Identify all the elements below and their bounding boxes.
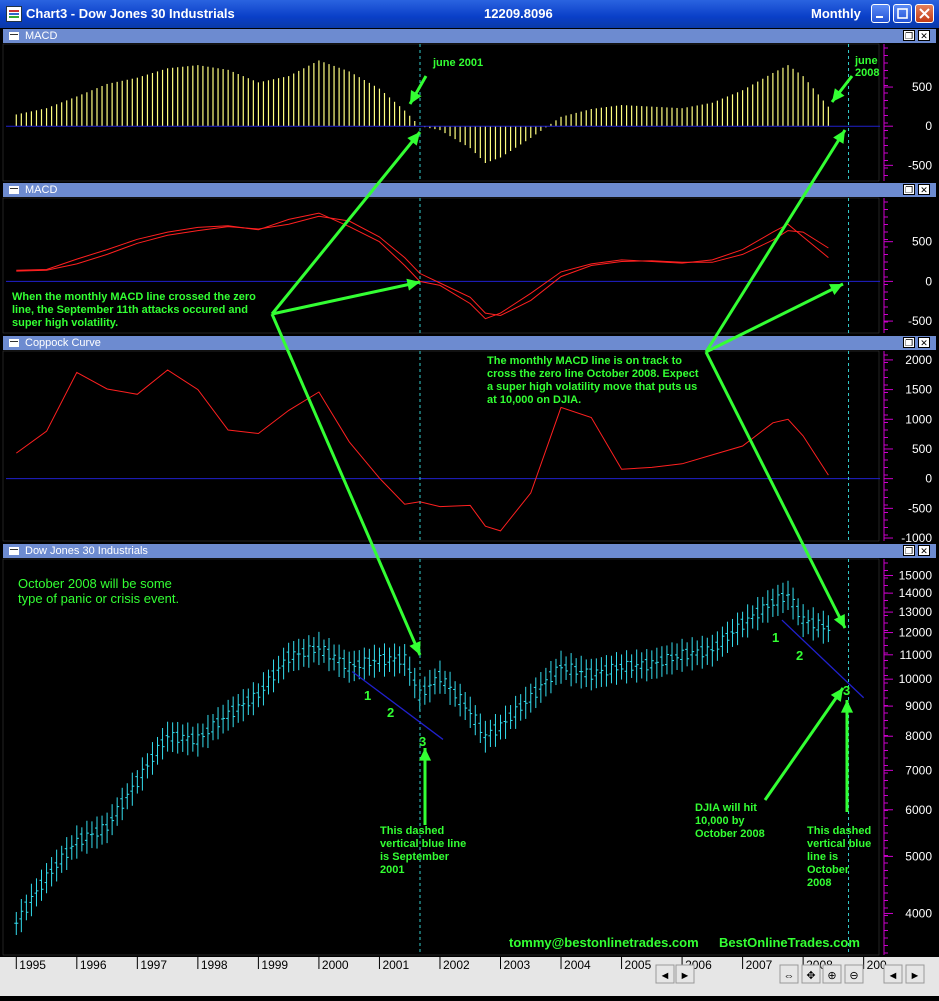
- wave-label-2001-2: 2: [387, 705, 394, 720]
- y-tick-label: 4000: [905, 906, 932, 920]
- x-tick-label: 2005: [625, 958, 652, 972]
- annotation-dashed-sept-1: This dashed: [380, 825, 444, 837]
- scroll-button[interactable]: ►: [905, 964, 925, 984]
- wave-label-2008-2: 2: [796, 648, 803, 663]
- plot-area: [2, 350, 880, 542]
- y-tick-label: -500: [908, 158, 932, 172]
- annotation-track-line2: cross the zero line October 2008. Expect: [487, 368, 699, 380]
- y-tick-label: 13000: [899, 605, 933, 619]
- scroll-button[interactable]: ◄: [883, 964, 903, 984]
- annotation-dashed-sept-2: vertical blue line: [380, 838, 466, 850]
- chart-surface: 5000-5005000-5002000150010005000-500-100…: [2, 43, 933, 956]
- annotation-dashed-oct-4: October: [807, 864, 850, 876]
- scroll-button[interactable]: ⇔: [779, 964, 799, 984]
- annotation-dashed-oct-3: line is: [807, 851, 838, 863]
- y-tick-label: 500: [912, 235, 932, 249]
- x-tick-label: 2000: [322, 958, 349, 972]
- annotation-dashed-sept-3: is September: [380, 851, 450, 863]
- wave-label-2008-1: 1: [772, 630, 779, 645]
- y-tick-label: 0: [925, 119, 932, 133]
- annotation-dashed-oct-5: 2008: [807, 877, 831, 889]
- annotation-macd-zero-line2: line, the September 11th attacks occured…: [12, 304, 248, 316]
- wave-label-2001-1: 1: [364, 688, 371, 703]
- annotation-panic-line1: October 2008 will be some: [18, 576, 172, 591]
- x-tick-label: 1995: [19, 958, 46, 972]
- time-axis-svg: 1995 1996 1997 1998 1999 2000 2001 2002 2003 2004…: [15, 957, 925, 984]
- annotation-dashed-oct-1: This dashed: [807, 825, 871, 837]
- x-tick-label: 2004: [564, 958, 591, 972]
- scroll-button[interactable]: ⊖: [844, 964, 864, 984]
- y-tick-label: 8000: [905, 729, 932, 743]
- y-tick-label: 5000: [905, 849, 932, 863]
- x-tick-label: 1999: [261, 958, 288, 972]
- y-tick-label: 500: [912, 80, 932, 94]
- annotation-macd-zero-line1: When the monthly MACD line crossed the z…: [12, 291, 256, 303]
- scroll-icon: ⊖: [849, 970, 858, 982]
- y-tick-label: 6000: [905, 803, 932, 817]
- y-tick-label: 0: [925, 472, 932, 486]
- y-tick-label: 12000: [899, 626, 933, 640]
- scroll-icon: ⇔: [784, 970, 795, 982]
- scroll-button[interactable]: ⊕: [822, 964, 842, 984]
- y-tick-label: 9000: [905, 699, 932, 713]
- annotation-dashed-sept-4: 2001: [380, 864, 404, 876]
- y-tick-label: 0: [925, 274, 932, 288]
- y-tick-label: 1500: [905, 383, 932, 397]
- y-tick-label: 7000: [905, 763, 932, 777]
- email-credit: tommy@bestonlinetrades.com: [509, 935, 699, 950]
- footer-credits: tommy@bestonlinetrades.com BestOnlineTra…: [509, 935, 860, 950]
- y-tick-label: 10000: [899, 672, 933, 686]
- x-tick-label: 2002: [443, 958, 470, 972]
- y-tick-label: -1000: [901, 531, 932, 545]
- annotation-dashed-oct-2: vertical blue: [807, 838, 871, 850]
- scroll-button[interactable]: ►: [675, 964, 695, 984]
- annotation-june-2008-a: june: [854, 55, 878, 67]
- scroll-icon: ►: [910, 970, 921, 982]
- annotation-macd-zero-line3: super high volatility.: [12, 317, 118, 329]
- scroll-button[interactable]: ✥: [801, 964, 821, 984]
- annotation-djia-1: DJIA will hit: [695, 802, 757, 814]
- y-tick-label: 15000: [899, 569, 933, 583]
- y-tick-label: 11000: [900, 648, 933, 662]
- x-tick-label: 2007: [746, 958, 773, 972]
- x-tick-label: 1998: [201, 958, 228, 972]
- x-tick-label: 2001: [382, 958, 409, 972]
- annotation-panic: October 2008 will be some type of panic …: [18, 576, 179, 606]
- y-tick-label: -500: [908, 314, 932, 328]
- scroll-button[interactable]: ◄: [655, 964, 675, 984]
- x-tick-label: 1997: [140, 958, 167, 972]
- annotation-panic-line2: type of panic or crisis event.: [18, 591, 179, 606]
- annotation-djia-2: 10,000 by: [695, 815, 745, 827]
- wave-label-2001-3: 3: [419, 734, 426, 749]
- scroll-icon: ✥: [806, 970, 815, 982]
- annotation-june-2001: june 2001: [432, 57, 483, 69]
- annotation-djia-3: October 2008: [695, 828, 765, 840]
- annotation-june-2008-b: 2008: [855, 67, 879, 79]
- time-axis: 1995 1996 1997 1998 1999 2000 2001 2002 2003 2004…: [0, 957, 939, 996]
- y-tick-label: 2000: [905, 353, 932, 367]
- y-tick-label: 14000: [899, 586, 933, 600]
- wave-label-2008-3: 3: [843, 683, 850, 698]
- scroll-icon: ◄: [888, 970, 899, 982]
- scroll-icon: ⊕: [827, 970, 836, 982]
- annotation-track-line4: at 10,000 on DJIA.: [487, 394, 581, 406]
- site-credit: BestOnlineTrades.com: [719, 935, 860, 950]
- annotation-track-line1: The monthly MACD line is on track to: [487, 355, 682, 367]
- y-tick-label: 1000: [905, 412, 932, 426]
- annotation-track-line3: a super high volatility move that puts u…: [487, 381, 697, 393]
- scroll-icon: ◄: [660, 970, 671, 982]
- x-tick-label: 1996: [80, 958, 107, 972]
- x-tick-label: 2003: [504, 958, 531, 972]
- y-tick-label: -500: [908, 501, 932, 515]
- scroll-icon: ►: [680, 970, 691, 982]
- y-tick-label: 500: [912, 442, 932, 456]
